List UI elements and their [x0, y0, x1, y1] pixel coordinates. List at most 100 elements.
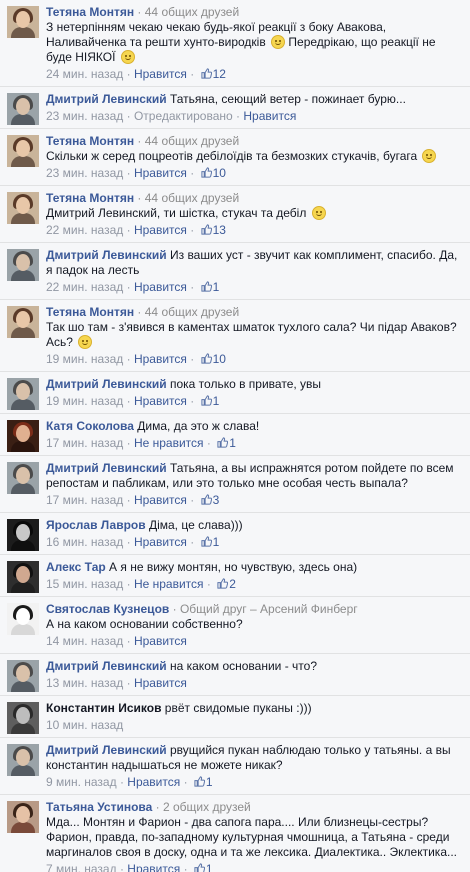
comment-header: Дмитрий Левинский Татьяна, сеющий ветер … [46, 92, 462, 107]
like-button[interactable]: Не нравится [134, 577, 204, 591]
comment-header: Дмитрий Левинский Татьяна, а вы испражня… [46, 461, 462, 476]
timestamp[interactable]: 22 мин. назад [46, 223, 123, 237]
avatar[interactable] [7, 744, 39, 776]
timestamp[interactable]: 14 мин. назад [46, 634, 123, 648]
author-link[interactable]: Дмитрий Левинский [46, 659, 167, 673]
comment-text-line: Фарион, правда, по-западному культурная … [46, 830, 450, 844]
like-count[interactable]: 10 [213, 166, 226, 180]
like-count[interactable]: 1 [206, 862, 213, 872]
author-link[interactable]: Святослав Кузнецов [46, 602, 169, 616]
timestamp[interactable]: 16 мин. назад [46, 535, 123, 549]
author-link[interactable]: Катя Соколова [46, 419, 134, 433]
author-link[interactable]: Тетяна Монтян [46, 134, 134, 148]
author-link[interactable]: Дмитрий Левинский [46, 377, 167, 391]
like-button[interactable]: Нравится [127, 862, 180, 872]
like-button[interactable]: Нравится [134, 535, 187, 549]
like-button[interactable]: Не нравится [134, 436, 204, 450]
timestamp[interactable]: 24 мин. назад [46, 67, 123, 81]
thumbs-up-icon [194, 863, 205, 872]
comment-header: Константин Исиков рвёт свидомые пуканы :… [46, 701, 462, 716]
avatar[interactable] [7, 306, 39, 338]
timestamp[interactable]: 10 мин. назад [46, 718, 123, 732]
timestamp[interactable]: 23 мин. назад [46, 166, 123, 180]
like-button[interactable]: Нравится [134, 394, 187, 408]
like-button[interactable]: Нравится [134, 634, 187, 648]
timestamp[interactable]: 19 мин. назад [46, 394, 123, 408]
comment-text-line: Наливайченка та решти хунто-виродків Пер… [46, 35, 436, 49]
timestamp[interactable]: 22 мин. назад [46, 280, 123, 294]
like-count[interactable]: 1 [213, 280, 220, 294]
avatar-face [16, 98, 30, 115]
avatar-body [11, 723, 35, 734]
author-link[interactable]: Алекс Тар [46, 560, 106, 574]
like-count[interactable]: 1 [213, 535, 220, 549]
like-button[interactable]: Нравится [134, 67, 187, 81]
thumbs-up-icon [217, 437, 229, 448]
author-link[interactable]: Ярослав Лавров [46, 518, 146, 532]
author-link[interactable]: Татьяна Устинова [46, 800, 152, 814]
thumbs-up-icon [200, 395, 212, 406]
like-count[interactable]: 2 [229, 577, 236, 591]
avatar[interactable] [7, 660, 39, 692]
avatar[interactable] [7, 420, 39, 452]
author-link[interactable]: Дмитрий Левинский [46, 461, 167, 475]
like-button[interactable]: Нравится [134, 223, 187, 237]
like-count[interactable]: 10 [213, 352, 226, 366]
author-link[interactable]: Дмитрий Левинский [46, 248, 167, 262]
comment-item: Тетяна Монтян · 44 общих друзей Скільки ж… [0, 128, 470, 185]
like-button[interactable]: Нравится [134, 493, 187, 507]
timestamp[interactable]: 15 мин. назад [46, 577, 123, 591]
avatar[interactable] [7, 249, 39, 281]
avatar[interactable] [7, 6, 39, 38]
comment-item: Дмитрий Левинский рвущийся пукан наблюда… [0, 737, 470, 794]
like-button[interactable]: Нравится [134, 676, 187, 690]
like-button[interactable]: Нравится [134, 352, 187, 366]
author-link[interactable]: Дмитрий Левинский [46, 743, 167, 757]
avatar-body [11, 399, 35, 410]
avatar[interactable] [7, 93, 39, 125]
like-count[interactable]: 3 [213, 493, 220, 507]
timestamp[interactable]: 13 мин. назад [46, 676, 123, 690]
comment-item: Константин Исиков рвёт свидомые пуканы :… [0, 695, 470, 737]
author-link[interactable]: Тетяна Монтян [46, 305, 134, 319]
avatar[interactable] [7, 561, 39, 593]
avatar[interactable] [7, 801, 39, 833]
timestamp[interactable]: 19 мин. назад [46, 352, 123, 366]
comment-text-line: Татьяна, а вы испражнятся ротом пойдете … [169, 461, 454, 475]
timestamp[interactable]: 17 мин. назад [46, 436, 123, 450]
avatar[interactable] [7, 192, 39, 224]
like-count[interactable]: 1 [213, 394, 220, 408]
timestamp[interactable]: 9 мин. назад [46, 775, 117, 789]
avatar[interactable] [7, 378, 39, 410]
author-link[interactable]: Дмитрий Левинский [46, 92, 167, 106]
author-link[interactable]: Тетяна Монтян [46, 5, 134, 19]
author-link[interactable]: Тетяна Монтян [46, 191, 134, 205]
like-count[interactable]: 1 [206, 775, 213, 789]
comment-header: Татьяна Устинова · 2 общих друзей [46, 800, 462, 815]
like-button[interactable]: Нравится [134, 166, 187, 180]
avatar[interactable] [7, 462, 39, 494]
comment-meta: 24 мин. назад · Нравится · 12 [46, 67, 226, 81]
comment-text-line: пока только в привате, увы [169, 377, 322, 391]
like-count[interactable]: 1 [229, 436, 236, 450]
like-count[interactable]: 12 [213, 67, 226, 81]
like-button[interactable]: Нравится [127, 775, 180, 789]
timestamp[interactable]: 7 мин. назад [46, 862, 117, 872]
comment-meta: 22 мин. назад · Нравится · 1 [46, 280, 220, 294]
comment-header: Святослав Кузнецов · Общий друг – Арсени… [46, 602, 462, 617]
author-link[interactable]: Константин Исиков [46, 701, 161, 715]
avatar[interactable] [7, 135, 39, 167]
avatar[interactable] [7, 519, 39, 551]
avatar-face [16, 11, 30, 28]
avatar-body [11, 765, 35, 776]
avatar[interactable] [7, 603, 39, 635]
like-button[interactable]: Нравится [243, 109, 296, 123]
like-count[interactable]: 13 [213, 223, 226, 237]
thumbs-up-icon [200, 68, 212, 79]
like-button[interactable]: Нравится [134, 280, 187, 294]
timestamp[interactable]: 23 мин. назад [46, 109, 123, 123]
timestamp[interactable]: 17 мин. назад [46, 493, 123, 507]
avatar[interactable] [7, 702, 39, 734]
comment-meta: 19 мин. назад · Нравится · 1 [46, 394, 220, 408]
avatar-face [16, 566, 30, 583]
